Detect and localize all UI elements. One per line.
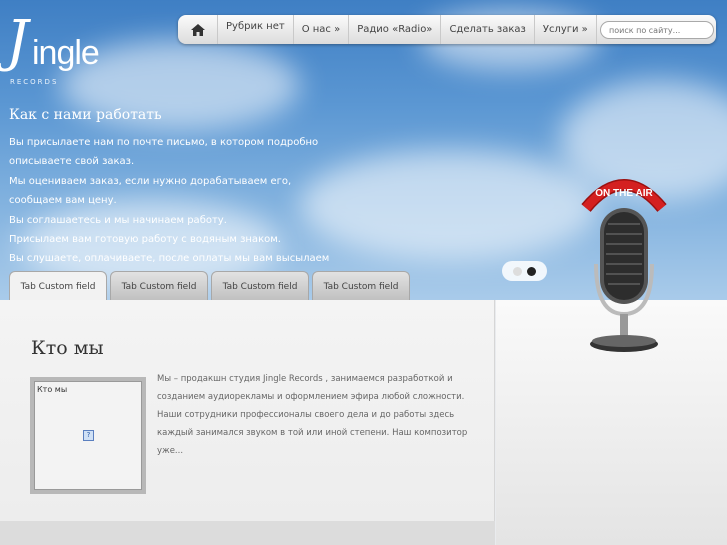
intro-line: Вы слушаете, оплачиваете, после оплаты м… [9,253,330,265]
tab-custom-field-1[interactable]: Tab Custom field [9,271,107,302]
home-icon [190,23,205,36]
slider-pager [502,261,547,281]
logo-word: ingle [32,34,100,72]
nav-home[interactable] [178,15,218,44]
description-line: Мы – продакшн студия Jingle Records , за… [157,374,453,384]
tab-custom-field-3[interactable]: Tab Custom field [211,271,309,301]
search-input[interactable] [600,21,714,39]
intro-line: Вы соглашаетесь и мы начинаем работу. [9,214,227,226]
nav-item-about[interactable]: О нас » [294,15,350,44]
nav-item-services[interactable]: Услуги » [535,15,597,44]
intro-line: описываете свой заказ. [9,156,135,168]
description-line: созданием аудиорекламы и оформлением эфи… [157,392,465,402]
tab-bar: Tab Custom field Tab Custom field Tab Cu… [9,271,410,302]
main-content: Кто мы Кто мы ? Мы – продакшн студия Jin… [0,300,495,545]
slider-dot-active[interactable] [527,266,536,276]
intro-line: сообщаем вам цену. [9,195,117,207]
nav-item-order[interactable]: Сделать заказ [441,15,535,44]
logo-mark: J [6,9,29,74]
on-air-sign: ON THE AIR [595,188,653,199]
intro-line: Мы оцениваем заказ, если нужно дорабатыв… [9,175,292,187]
section-image[interactable]: Кто мы ? [30,377,146,494]
description-line: Наши сотрудники профессионалы своего дел… [157,410,455,420]
intro-line: Присылаем вам готовую работу с водяным з… [9,233,281,245]
intro-line: Вы присылаете нам по почте письмо, в кот… [9,137,319,148]
microphone-icon: ON THE AIR [581,179,667,352]
logo-sub: RECORDS [10,78,59,86]
tab-custom-field-2[interactable]: Tab Custom field [110,271,208,301]
logo[interactable]: J ingle RECORDS [6,9,101,87]
image-caption: Кто мы [37,385,68,394]
intro-title: Как с нами работать [9,107,162,123]
description-line: каждый занимался звуком в той или иной с… [157,428,468,438]
description-line[interactable]: уже... [157,444,467,462]
section-title: Кто мы [31,337,104,359]
nav-item-radio[interactable]: Радио «Radio» [349,15,442,44]
broken-image-icon: ? [83,430,94,441]
section-description: Мы – продакшн студия Jingle Records , за… [157,372,467,462]
intro-text: Вы присылаете нам по почте письмо, в кот… [9,135,329,271]
slider-dot[interactable] [513,266,522,276]
tab-custom-field-4[interactable]: Tab Custom field [312,271,410,301]
bottom-strip [0,521,495,545]
nav-item-rubrics[interactable]: Рубрик нет [218,15,294,44]
